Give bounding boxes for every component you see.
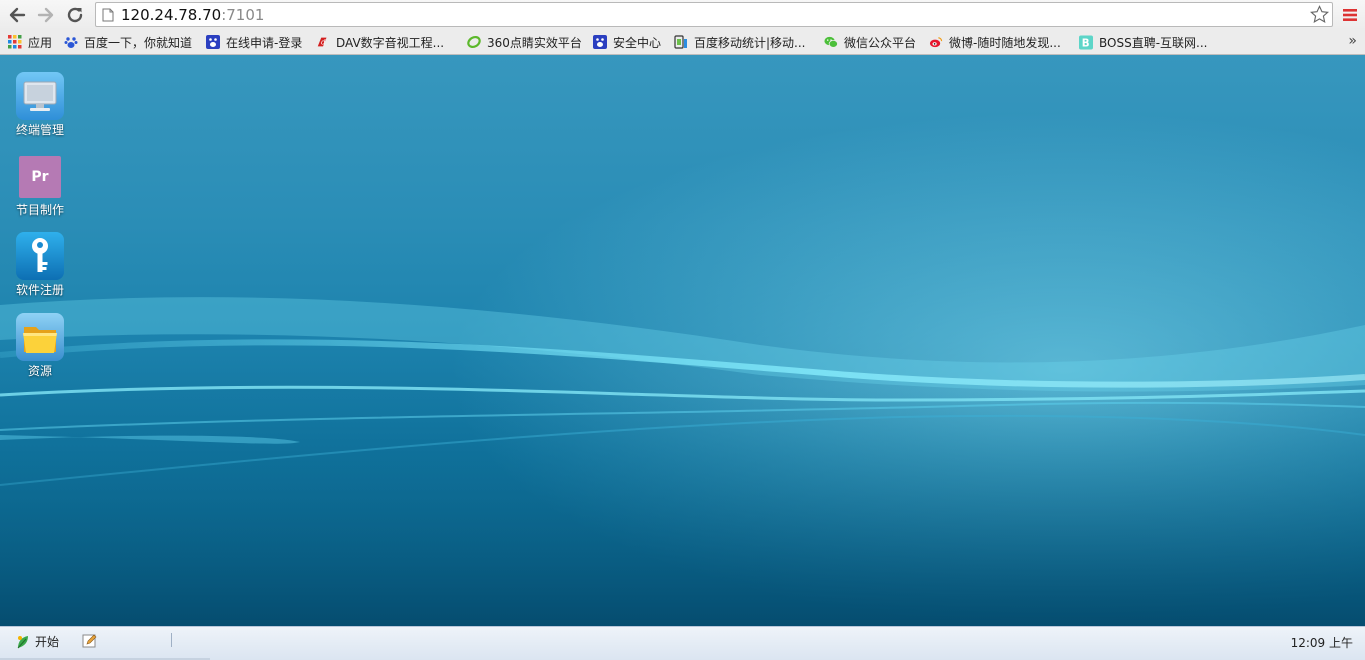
- bookmark-360[interactable]: 360点睛实效平台: [467, 33, 582, 51]
- 360-logo-icon: [467, 35, 481, 49]
- forward-button[interactable]: [35, 4, 57, 26]
- bookmark-online-apply[interactable]: 在线申请-登录: [206, 33, 302, 51]
- bookmark-label: 安全中心: [613, 35, 662, 50]
- bookmark-label: 应用: [28, 35, 53, 50]
- url-host: 120.24.78.70: [121, 6, 222, 24]
- bookmark-label: DAV数字音视工程...: [336, 35, 445, 50]
- url-port: :7101: [221, 6, 265, 24]
- bookmark-boss[interactable]: B BOSS直聘-互联网...: [1079, 33, 1207, 51]
- bookmark-label: 微博-随时随地发现...: [949, 35, 1061, 50]
- bookmark-apps[interactable]: 应用: [8, 33, 52, 51]
- apps-grid-icon: [8, 35, 22, 49]
- bookmark-label: BOSS直聘-互联网...: [1099, 35, 1208, 50]
- start-leaf-icon: [17, 635, 28, 648]
- start-button[interactable]: 开始: [15, 633, 59, 650]
- more-bookmarks-chevron-icon[interactable]: »: [1348, 33, 1357, 49]
- premiere-pr-icon: Pr: [19, 156, 61, 198]
- bookmark-wechat[interactable]: 微信公众平台: [824, 33, 916, 51]
- start-label: 开始: [35, 635, 60, 649]
- pencil-note-icon: [82, 634, 97, 648]
- dav-logo-icon: d: [316, 35, 330, 49]
- desktop: 终端管理 Pr 节目制作 软件注册 资源: [0, 55, 1365, 626]
- wallpaper-waves: [0, 55, 1365, 626]
- page-icon: [102, 8, 114, 22]
- taskbar: 开始 12:09 上午: [0, 626, 1365, 660]
- weibo-icon: [929, 35, 943, 49]
- taskbar-clock: 12:09 上午: [1290, 636, 1353, 650]
- svg-text:d: d: [321, 39, 326, 47]
- baidu-paw-icon: [64, 35, 78, 49]
- premiere-pr-text: Pr: [31, 169, 49, 185]
- arrow-right-icon: [37, 7, 54, 23]
- bookmark-label: 微信公众平台: [844, 35, 917, 50]
- desktop-icon-program-production[interactable]: Pr 节目制作: [8, 153, 72, 218]
- bookmark-label: 在线申请-登录: [226, 35, 303, 50]
- desktop-icon-resources[interactable]: 资源: [8, 313, 72, 379]
- desktop-icon-label: 资源: [27, 364, 52, 378]
- desktop-icon-label: 软件注册: [15, 283, 64, 297]
- mobile-stats-icon: [674, 35, 688, 49]
- browser-menu-button[interactable]: [1340, 5, 1360, 25]
- boss-logo-icon: B: [1079, 35, 1093, 49]
- bookmark-label: 百度一下，你就知道: [84, 35, 193, 50]
- url-text: 120.24.78.70:7101: [121, 6, 264, 24]
- desktop-icon-label: 终端管理: [15, 123, 64, 137]
- desktop-icon-software-registration[interactable]: 软件注册: [8, 232, 72, 298]
- wechat-icon: [824, 35, 838, 49]
- address-bar[interactable]: 120.24.78.70:7101: [95, 2, 1333, 27]
- star-bookmark-icon[interactable]: [1310, 5, 1329, 24]
- browser-toolbar: 120.24.78.70:7101: [0, 0, 1365, 30]
- bookmark-dav[interactable]: d DAV数字音视工程...: [316, 33, 444, 51]
- reload-button[interactable]: [64, 4, 86, 26]
- desktop-icon-terminal-management[interactable]: 终端管理: [8, 72, 72, 138]
- key-icon: [16, 232, 64, 280]
- bookmark-baidu[interactable]: 百度一下，你就知道: [64, 33, 192, 51]
- desktop-icon-label: 节目制作: [15, 203, 64, 217]
- bookmark-baidu-mobile-stats[interactable]: 百度移动统计|移动...: [674, 33, 806, 51]
- bookmark-label: 百度移动统计|移动...: [694, 35, 806, 50]
- folder-icon: [16, 313, 64, 361]
- bookmark-security-center[interactable]: 安全中心: [593, 33, 661, 51]
- arrow-left-icon: [9, 7, 26, 23]
- bookmarks-bar: 应用 百度一下，你就知道 在线申请-登录 d DAV数字音视工程... 360点…: [0, 30, 1365, 55]
- back-button[interactable]: [6, 4, 28, 26]
- bookmark-label: 360点睛实效平台: [487, 35, 582, 50]
- baidu-paw-icon: [206, 35, 220, 49]
- reload-icon: [67, 7, 83, 23]
- monitor-icon: [16, 72, 64, 120]
- bookmark-weibo[interactable]: 微博-随时随地发现...: [929, 33, 1061, 51]
- baidu-paw-icon: [593, 35, 607, 49]
- svg-text:B: B: [1082, 37, 1090, 49]
- quick-launch-edit-button[interactable]: [82, 633, 98, 652]
- hamburger-icon: [1343, 9, 1357, 21]
- taskbar-separator: [171, 633, 172, 647]
